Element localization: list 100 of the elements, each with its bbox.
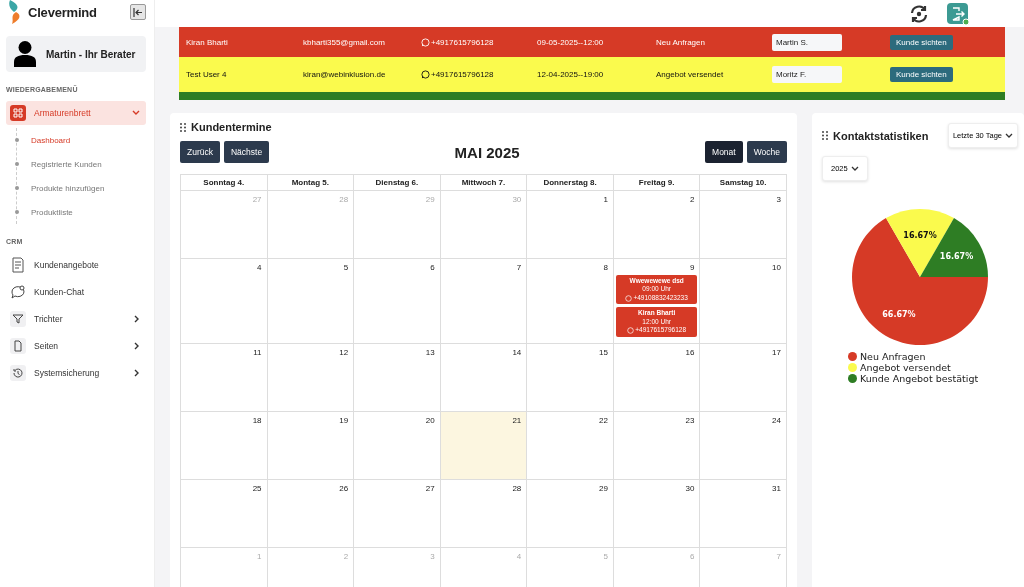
day-number: 4 bbox=[256, 262, 263, 274]
day-number: 7 bbox=[515, 262, 523, 274]
day-cell[interactable]: 3 bbox=[700, 191, 787, 259]
nav-item[interactable]: Trichter bbox=[6, 307, 146, 331]
day-number: 28 bbox=[338, 194, 350, 206]
day-cell[interactable]: 7 bbox=[440, 259, 528, 344]
day-cell[interactable]: 29 bbox=[527, 479, 614, 548]
pie-slice[interactable] bbox=[852, 218, 988, 345]
chevron-down-icon bbox=[850, 165, 859, 172]
nav-item[interactable]: Systemsicherung bbox=[6, 361, 146, 385]
day-cell[interactable]: 25 bbox=[181, 479, 268, 548]
day-number: 6 bbox=[688, 550, 696, 563]
day-number: 30 bbox=[684, 482, 696, 495]
day-cell[interactable]: 1 bbox=[527, 191, 614, 259]
bullet-dot bbox=[15, 186, 19, 190]
day-cell[interactable]: 18 bbox=[181, 411, 268, 480]
day-cell[interactable]: 10 bbox=[700, 259, 787, 344]
day-number: 12 bbox=[338, 346, 350, 359]
nav-item[interactable]: Kundenangebote bbox=[6, 253, 146, 277]
lead-date: 09-05-2025--12:00 bbox=[537, 37, 605, 47]
nav-button[interactable]: Nächste bbox=[224, 141, 270, 163]
day-number: 28 bbox=[511, 482, 523, 495]
day-cell[interactable]: 22 bbox=[527, 411, 614, 480]
nav-button[interactable]: Zurück bbox=[180, 141, 220, 163]
legend-label[interactable]: Neu Anfragen bbox=[860, 351, 926, 362]
nav-item[interactable]: Armaturenbrett bbox=[6, 101, 146, 125]
day-cell[interactable]: 20 bbox=[354, 411, 441, 480]
day-cell[interactable]: 28 bbox=[440, 479, 528, 548]
day-number: 29 bbox=[424, 194, 436, 206]
day-cell[interactable]: 13 bbox=[354, 343, 441, 412]
day-cell[interactable]: 12 bbox=[267, 343, 355, 412]
slice-label: 16.67% bbox=[939, 251, 974, 261]
nav-item[interactable]: Seiten bbox=[6, 334, 146, 358]
day-cell[interactable]: 4 bbox=[181, 259, 268, 344]
whatsapp-icon bbox=[625, 294, 633, 302]
collapse-icon bbox=[133, 7, 143, 17]
view-customer-button[interactable]: Kunde sichten bbox=[890, 34, 953, 50]
page-icon bbox=[10, 338, 26, 354]
day-cell[interactable]: 15 bbox=[527, 343, 614, 412]
weekday-header: Sonntag 4. bbox=[181, 175, 268, 191]
submenu-item[interactable]: Dashboard bbox=[31, 135, 71, 145]
collapse-sidebar-button[interactable] bbox=[130, 4, 146, 20]
day-number: 3 bbox=[429, 550, 436, 563]
day-cell[interactable]: 31 bbox=[700, 479, 787, 548]
advisor-field[interactable]: Moritz F. bbox=[772, 66, 842, 83]
day-cell[interactable]: 14 bbox=[440, 343, 528, 412]
lead-date: 12-04-2025--19:00 bbox=[537, 70, 605, 79]
chat-icon bbox=[10, 284, 26, 300]
logout-icon[interactable] bbox=[947, 2, 969, 25]
day-cell[interactable]: 26 bbox=[267, 479, 355, 548]
day-number: 5 bbox=[602, 550, 609, 563]
submenu-item[interactable]: Registrierte Kunden bbox=[31, 159, 102, 169]
legend-label[interactable]: Angebot versendet bbox=[860, 362, 951, 373]
chevron-right-icon bbox=[134, 369, 140, 377]
day-number: 13 bbox=[424, 346, 436, 359]
weekday-header: Donnerstag 8. bbox=[527, 175, 614, 191]
drag-handle-icon[interactable] bbox=[822, 131, 828, 140]
day-number: 21 bbox=[511, 414, 523, 427]
day-number: 18 bbox=[251, 414, 263, 427]
day-number: 26 bbox=[338, 482, 350, 495]
day-cell[interactable]: 16 bbox=[613, 343, 701, 412]
day-number: 27 bbox=[424, 482, 436, 495]
day-cell[interactable]: 17 bbox=[700, 343, 787, 412]
view-tab[interactable]: Woche bbox=[746, 141, 787, 163]
day-cell[interactable]: 24 bbox=[700, 411, 787, 480]
day-number: 14 bbox=[511, 346, 523, 359]
day-number: 31 bbox=[771, 482, 782, 495]
refresh-icon[interactable] bbox=[909, 3, 929, 24]
day-cell[interactable]: 19 bbox=[267, 411, 355, 480]
lead-name: Kiran Bharti bbox=[186, 37, 229, 47]
day-cell[interactable]: 30 bbox=[613, 479, 701, 548]
slice-label: 66.67% bbox=[882, 309, 916, 319]
whatsapp-icon bbox=[421, 37, 430, 47]
drag-handle-icon[interactable] bbox=[180, 122, 186, 132]
view-tab[interactable]: Monat bbox=[705, 141, 743, 163]
day-cell[interactable]: 11 bbox=[181, 343, 268, 412]
legend-label[interactable]: Kunde Angebot bestätigt bbox=[860, 373, 979, 384]
day-cell[interactable]: 27 bbox=[354, 479, 441, 548]
day-cell[interactable]: 6 bbox=[354, 259, 441, 344]
day-cell[interactable]: 23 bbox=[613, 411, 701, 480]
weekday-header: Samstag 10. bbox=[700, 175, 787, 191]
day-number: 7 bbox=[775, 550, 782, 563]
lead-email: kbharti355@gmail.com bbox=[303, 37, 386, 47]
advisor-field[interactable]: Martin S. bbox=[772, 33, 842, 51]
submenu-item[interactable]: Produkte hinzufügen bbox=[31, 183, 105, 193]
submenu-item[interactable]: Produktliste bbox=[31, 207, 73, 217]
nav-item[interactable]: Kunden-Chat bbox=[6, 280, 146, 304]
day-cell[interactable]: 2 bbox=[613, 191, 701, 259]
day-number: 4 bbox=[515, 550, 523, 563]
view-customer-button[interactable]: Kunde sichten bbox=[890, 67, 953, 82]
day-number: 24 bbox=[771, 414, 782, 427]
card-title: Kontaktstatistiken bbox=[833, 129, 929, 142]
day-cell[interactable]: 21 bbox=[440, 411, 528, 480]
bullet-dot bbox=[15, 138, 19, 142]
day-number: 2 bbox=[342, 550, 350, 563]
day-number: 16 bbox=[684, 346, 696, 359]
day-cell[interactable]: 8 bbox=[527, 259, 614, 344]
weekday-header: Mittwoch 7. bbox=[440, 175, 528, 191]
slice-label: 16.67% bbox=[903, 230, 937, 240]
day-cell[interactable]: 5 bbox=[267, 259, 355, 344]
